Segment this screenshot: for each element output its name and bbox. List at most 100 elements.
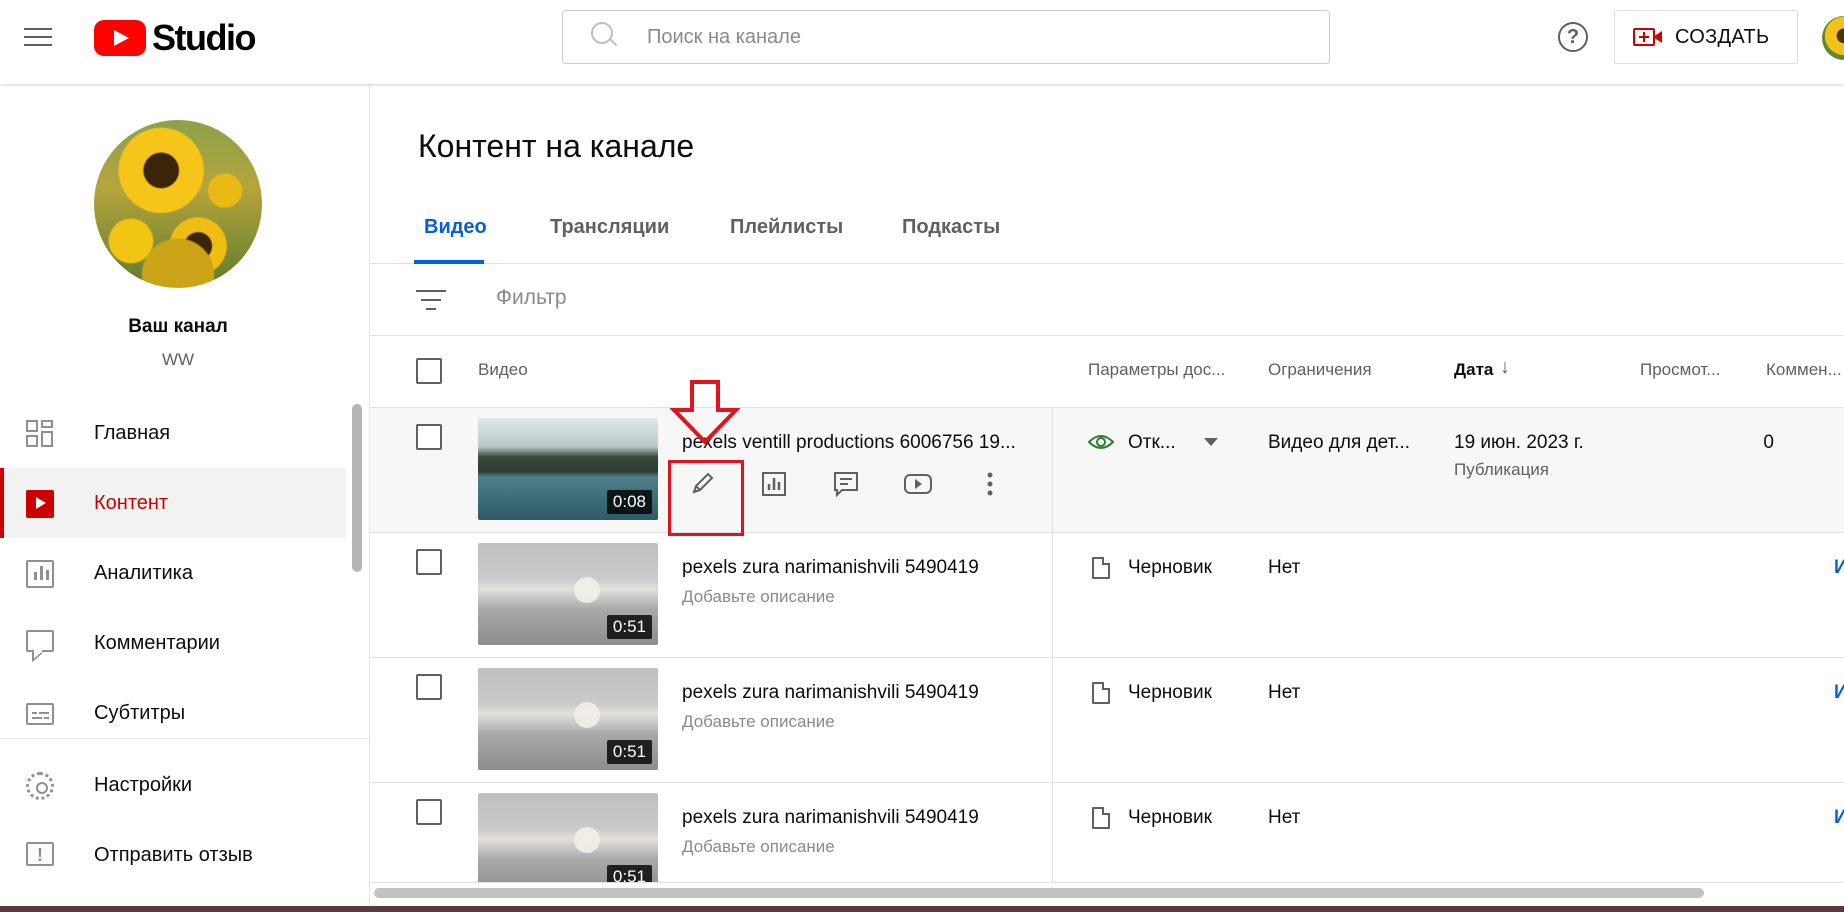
- restrictions-value: Нет: [1268, 557, 1301, 578]
- sidebar-item-content[interactable]: Контент: [0, 468, 346, 538]
- video-duration: 0:08: [606, 490, 652, 514]
- video-thumbnail[interactable]: 0:51: [478, 668, 658, 770]
- sidebar-divider: [0, 738, 370, 739]
- column-comments[interactable]: Коммен...: [1766, 360, 1842, 380]
- horizontal-scrollbar[interactable]: [374, 888, 1704, 898]
- table-row[interactable]: 0:51 pexels zura narimanishvili 5490419 …: [370, 783, 1844, 883]
- draft-document-icon: [1092, 682, 1110, 704]
- video-title[interactable]: pexels zura narimanishvili 5490419: [682, 557, 979, 579]
- date-status: Публикация: [1454, 460, 1550, 479]
- youtube-icon[interactable]: [898, 464, 938, 504]
- annotation-arrow-icon: [670, 380, 740, 445]
- edit-draft-link[interactable]: И: [1834, 557, 1844, 579]
- filter-bar[interactable]: Фильтр: [370, 264, 1844, 336]
- edit-draft-link[interactable]: И: [1834, 682, 1844, 704]
- account-avatar[interactable]: [1822, 16, 1844, 60]
- channel-avatar[interactable]: [94, 120, 262, 288]
- dropdown-arrow-icon[interactable]: [1204, 438, 1218, 446]
- create-video-icon: [1633, 26, 1663, 48]
- create-button[interactable]: СОЗДАТЬ: [1614, 10, 1798, 64]
- video-description[interactable]: Добавьте описание: [682, 712, 835, 732]
- filter-input[interactable]: Фильтр: [496, 286, 567, 310]
- filter-icon[interactable]: [416, 288, 446, 312]
- video-title[interactable]: pexels zura narimanishvili 5490419: [682, 807, 979, 829]
- table-row[interactable]: 0:08 pexels ventill productions 6006756 …: [370, 408, 1844, 533]
- comments-icon[interactable]: [826, 464, 866, 504]
- sidebar-item-label: Субтитры: [94, 701, 186, 724]
- edit-draft-link[interactable]: И: [1834, 807, 1844, 829]
- restrictions-value: Нет: [1268, 682, 1301, 703]
- video-title[interactable]: pexels zura narimanishvili 5490419: [682, 682, 979, 704]
- sidebar-item-analytics[interactable]: Аналитика: [0, 538, 346, 608]
- column-divider: [1052, 533, 1053, 658]
- taskbar-edge: [0, 906, 1844, 912]
- video-duration: 0:51: [606, 865, 652, 882]
- row-checkbox[interactable]: [416, 549, 442, 575]
- restrictions-value: Нет: [1268, 807, 1301, 828]
- tab-live[interactable]: Трансляции: [550, 216, 669, 239]
- video-thumbnail[interactable]: 0:51: [478, 793, 658, 882]
- table-header: Видео Параметры дос... Ограничения Дата …: [370, 336, 1844, 408]
- sidebar-item-feedback[interactable]: ! Отправить отзыв: [0, 820, 346, 890]
- row-checkbox[interactable]: [416, 799, 442, 825]
- subtitles-icon: [26, 703, 54, 725]
- top-bar: Studio Поиск на канале ? СОЗДАТЬ: [0, 0, 1844, 84]
- visibility-select[interactable]: Отк...: [1128, 432, 1176, 454]
- column-divider: [1052, 783, 1053, 882]
- column-video: Видео: [478, 360, 528, 379]
- help-icon[interactable]: ?: [1558, 22, 1588, 52]
- search-icon: [587, 17, 627, 57]
- sidebar-item-label: Главная: [94, 421, 171, 444]
- feedback-icon: !: [26, 842, 54, 866]
- video-description[interactable]: Добавьте описание: [682, 587, 835, 607]
- eye-icon: [1088, 435, 1114, 449]
- column-divider: [1052, 408, 1053, 533]
- create-label: СОЗДАТЬ: [1675, 25, 1770, 48]
- column-date[interactable]: Дата: [1454, 360, 1493, 380]
- analytics-icon: [26, 560, 54, 588]
- sidebar-item-label: Отправить отзыв: [94, 843, 253, 866]
- draft-document-icon: [1092, 557, 1110, 579]
- row-checkbox[interactable]: [416, 674, 442, 700]
- video-description[interactable]: Добавьте описание: [682, 837, 835, 857]
- more-vert-icon[interactable]: [970, 464, 1010, 504]
- sidebar-item-comments[interactable]: Комментарии: [0, 608, 346, 678]
- column-visibility[interactable]: Параметры дос...: [1088, 360, 1225, 380]
- tab-videos[interactable]: Видео: [424, 216, 487, 239]
- visibility-value: Черновик: [1128, 807, 1212, 828]
- table-row[interactable]: 0:51 pexels zura narimanishvili 5490419 …: [370, 658, 1844, 783]
- table-row[interactable]: 0:51 pexels zura narimanishvili 5490419 …: [370, 533, 1844, 658]
- menu-icon[interactable]: [24, 26, 54, 48]
- row-checkbox[interactable]: [416, 424, 442, 450]
- sidebar-item-dashboard[interactable]: Главная: [0, 398, 346, 468]
- analytics-icon[interactable]: [754, 464, 794, 504]
- draft-document-icon: [1092, 807, 1110, 829]
- column-restrictions[interactable]: Ограничения: [1268, 360, 1372, 380]
- studio-logo[interactable]: Studio: [94, 17, 256, 58]
- video-duration: 0:51: [606, 615, 652, 639]
- sidebar-item-label: Комментарии: [94, 631, 220, 654]
- sidebar-scrollbar[interactable]: [352, 404, 362, 572]
- restrictions-value: Видео для дет...: [1268, 432, 1410, 453]
- sidebar-item-label: Контент: [94, 491, 169, 514]
- column-divider: [1052, 658, 1053, 783]
- select-all-checkbox[interactable]: [416, 358, 442, 384]
- sidebar-item-settings[interactable]: Настройки: [0, 750, 346, 820]
- youtube-logo-icon: [94, 20, 146, 56]
- sort-arrow-down-icon[interactable]: ↓: [1500, 356, 1510, 379]
- dashboard-icon: [26, 420, 54, 448]
- column-views[interactable]: Просмот...: [1640, 360, 1720, 380]
- video-thumbnail[interactable]: 0:51: [478, 543, 658, 645]
- page-title: Контент на канале: [418, 128, 695, 164]
- sidebar-item-label: Настройки: [94, 773, 193, 796]
- channel-handle: WW: [161, 350, 195, 369]
- gear-icon: [26, 772, 54, 800]
- video-thumbnail[interactable]: 0:08: [478, 418, 658, 520]
- tab-playlists[interactable]: Плейлисты: [730, 216, 843, 239]
- tab-podcasts[interactable]: Подкасты: [902, 216, 1000, 239]
- views-value: 0: [1763, 432, 1774, 453]
- visibility-value: Черновик: [1128, 682, 1212, 703]
- sidebar-item-label: Аналитика: [94, 561, 193, 584]
- search-input[interactable]: Поиск на канале: [562, 10, 1330, 64]
- logo-text: Studio: [152, 17, 256, 58]
